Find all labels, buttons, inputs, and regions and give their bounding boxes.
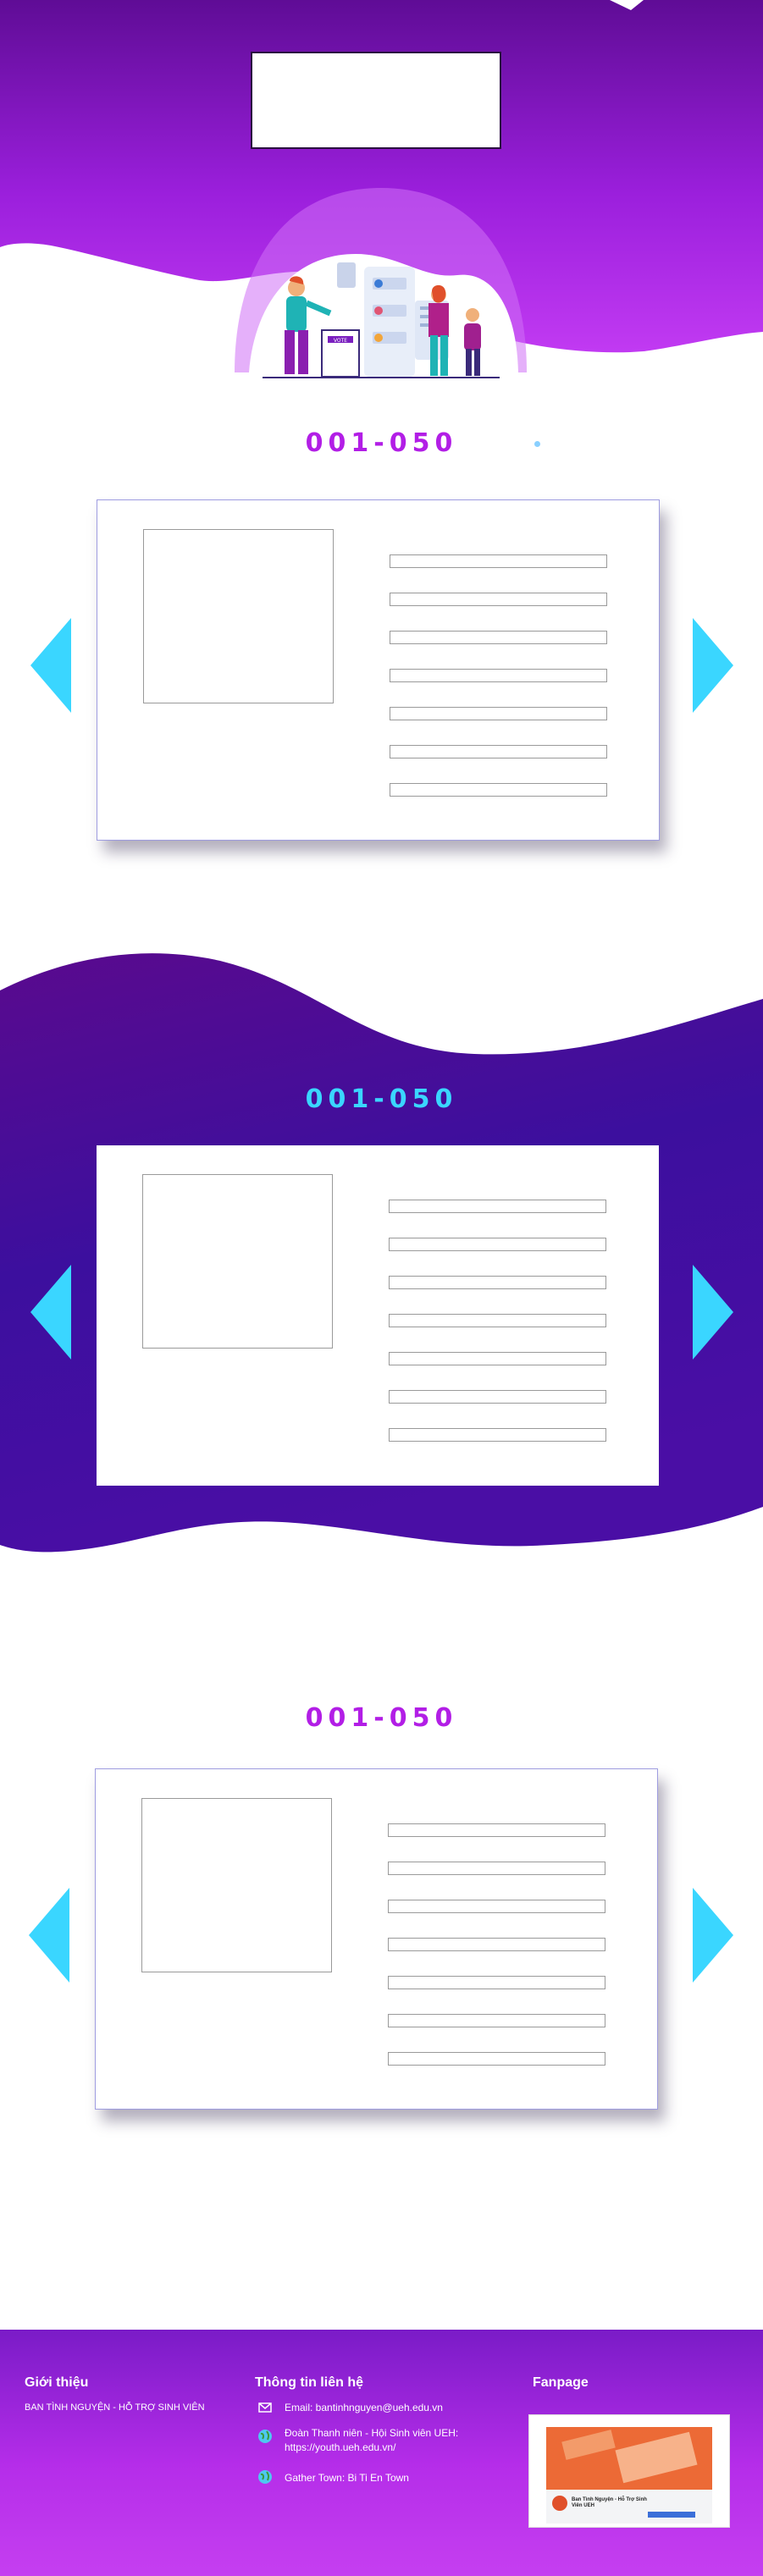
info-line: [389, 1276, 606, 1289]
photo-placeholder: [142, 1174, 333, 1349]
member-card[interactable]: [97, 499, 660, 841]
mail-icon: [257, 2400, 273, 2415]
member-card[interactable]: [97, 1145, 659, 1486]
info-line: [388, 1862, 605, 1875]
section-3-title: 001-050: [305, 1703, 458, 1733]
photo-placeholder: [141, 1798, 332, 1972]
info-line: [390, 593, 607, 606]
contact-email-link[interactable]: Email: bantinhnguyen@ueh.edu.vn: [285, 2401, 443, 2415]
contact-youth-link[interactable]: Đoàn Thanh niên - Hội Sinh viên UEH: htt…: [285, 2426, 505, 2455]
about-heading: Giới thiệu: [25, 2375, 89, 2390]
info-line: [388, 2052, 605, 2066]
member-card[interactable]: [95, 1768, 658, 2110]
info-line: [390, 783, 607, 797]
info-line: [388, 1976, 605, 1989]
globe-icon: [257, 2429, 273, 2444]
fanpage-cover-image: [546, 2427, 712, 2524]
voting-illustration: VOTE: [246, 254, 525, 385]
contact-heading: Thông tin liên hệ: [255, 2375, 363, 2390]
about-text: BAN TÌNH NGUYỆN - HỖ TRỢ SINH VIÊN: [25, 2402, 205, 2413]
info-line: [390, 745, 607, 758]
photo-placeholder: [143, 529, 334, 703]
logo-placeholder[interactable]: [251, 52, 501, 149]
info-line: [388, 1900, 605, 1913]
contact-gather-link[interactable]: Gather Town: Bi Ti En Town: [285, 2471, 409, 2485]
info-line: [390, 707, 607, 720]
info-line: [388, 1938, 605, 1951]
info-line: [388, 1823, 605, 1837]
prev-arrow-icon[interactable]: [30, 1265, 71, 1360]
info-line: [390, 554, 607, 568]
info-line: [388, 2014, 605, 2027]
decorative-dot: [534, 441, 540, 447]
ballot-label: VOTE: [334, 338, 347, 344]
info-line: [389, 1314, 606, 1327]
prev-arrow-icon[interactable]: [29, 1888, 69, 1983]
info-line: [390, 669, 607, 682]
section-2-title: 001-050: [305, 1084, 458, 1114]
info-line: [389, 1352, 606, 1365]
info-line: [389, 1390, 606, 1404]
next-arrow-icon[interactable]: [693, 1888, 733, 1983]
info-line: [390, 631, 607, 644]
info-line: [389, 1238, 606, 1251]
next-arrow-icon[interactable]: [693, 1265, 733, 1360]
prev-arrow-icon[interactable]: [30, 618, 71, 713]
fanpage-post-title: Ban Tình Nguyện - Hỗ Trợ Sinh Viên UEH: [572, 2497, 647, 2508]
fanpage-heading: Fanpage: [533, 2375, 589, 2390]
info-line: [389, 1200, 606, 1213]
next-arrow-icon[interactable]: [693, 618, 733, 713]
fanpage-embed[interactable]: Ban Tình Nguyện - Hỗ Trợ Sinh Viên UEH: [528, 2414, 730, 2528]
info-line: [389, 1428, 606, 1442]
section-1-title: 001-050: [305, 428, 458, 458]
globe-icon: [257, 2469, 273, 2485]
